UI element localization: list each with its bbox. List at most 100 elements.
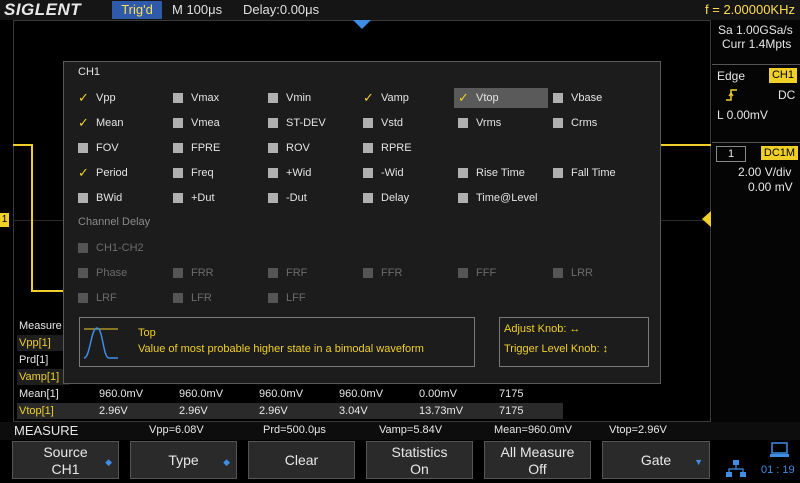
summary-vamp: Vamp=5.84V <box>379 424 443 436</box>
delay-item-ffr[interactable]: FFR <box>363 263 453 283</box>
measure-item-fpre[interactable]: FPRE <box>173 138 263 158</box>
delay-item-ch1-ch2[interactable]: CH1-CH2 <box>78 238 168 258</box>
knob-adjust-icon: ◆ <box>223 457 230 467</box>
table-row: Vpp[1] <box>17 335 69 351</box>
measure-item-vstd[interactable]: Vstd <box>363 113 453 133</box>
top-waveform-icon <box>82 322 120 362</box>
delay-item-lff[interactable]: LFF <box>268 288 358 308</box>
measure-item-freq[interactable]: Freq <box>173 163 263 183</box>
chevron-down-icon: ▼ <box>694 457 703 467</box>
trigger-level-marker[interactable] <box>702 211 711 227</box>
checkbox-icon <box>173 93 183 103</box>
delay-item-frf[interactable]: FRF <box>268 263 358 283</box>
checkbox-icon <box>268 143 278 153</box>
checkbox-icon <box>363 118 373 128</box>
checkbox-icon <box>553 268 563 278</box>
waveform-trace <box>13 144 31 146</box>
all-measure-button[interactable]: All Measure Off <box>484 441 591 479</box>
checkbox-icon <box>363 268 373 278</box>
checkbox-icon <box>78 268 88 278</box>
table-cell: 7175 <box>499 388 524 400</box>
row-label: Vtop[1] <box>19 405 54 417</box>
measure-item-vamp[interactable]: ✓ Vamp <box>363 88 453 108</box>
divider <box>712 64 800 65</box>
measure-item-bwid[interactable]: BWid <box>78 188 168 208</box>
channel-offset: 0.00 mV <box>748 180 793 194</box>
table-cell: 7175 <box>499 405 524 417</box>
knob-hint-box: Adjust Knob: ↔ Trigger Level Knob: ↕ <box>499 317 649 367</box>
measure-item-fall-time[interactable]: Fall Time <box>553 163 643 183</box>
measure-item-vmax[interactable]: Vmax <box>173 88 263 108</box>
delay-item-frr[interactable]: FRR <box>173 263 263 283</box>
measure-item-rise-time[interactable]: Rise Time <box>458 163 548 183</box>
measure-item--dut[interactable]: -Dut <box>268 188 358 208</box>
type-button[interactable]: Type ◆ <box>130 441 237 479</box>
delay-item-fff[interactable]: FFF <box>458 263 548 283</box>
checkbox-icon <box>458 193 468 203</box>
measure-item-vbase[interactable]: Vbase <box>553 88 643 108</box>
delay-readout: Delay:0.00μs <box>243 2 320 17</box>
measure-item-vpp[interactable]: ✓ Vpp <box>78 88 168 108</box>
statistics-button[interactable]: Statistics On <box>366 441 473 479</box>
measure-item-time-level[interactable]: Time@Level <box>458 188 548 208</box>
status-corner: 01 : 19 <box>712 440 800 480</box>
trigger-level-knob-hint: Trigger Level Knob: ↕ <box>504 343 609 355</box>
measure-item-st-dev[interactable]: ST-DEV <box>268 113 358 133</box>
checkbox-icon <box>173 143 183 153</box>
checkbox-icon <box>553 168 563 178</box>
measure-item-delay[interactable]: Delay <box>363 188 453 208</box>
measure-item--wid[interactable]: -Wid <box>363 163 453 183</box>
measure-item-period[interactable]: ✓ Period <box>78 163 168 183</box>
checkbox-icon <box>268 193 278 203</box>
measure-item-fov[interactable]: FOV <box>78 138 168 158</box>
checkbox-icon <box>268 293 278 303</box>
waveform-trace <box>661 144 711 146</box>
delay-item-phase[interactable]: Phase <box>78 263 168 283</box>
checkbox-icon <box>173 118 183 128</box>
checkbox-icon <box>553 118 563 128</box>
checkbox-icon <box>458 168 468 178</box>
measurement-select-dialog[interactable]: CH1 Channel Delay Top Value of most prob… <box>63 61 661 384</box>
checkmark-icon: ✓ <box>458 90 469 105</box>
delay-item-lrr[interactable]: LRR <box>553 263 643 283</box>
measure-item-mean[interactable]: ✓ Mean <box>78 113 168 133</box>
trigger-type: Edge <box>717 69 746 83</box>
checkbox-icon <box>173 168 183 178</box>
clear-button[interactable]: Clear <box>248 441 355 479</box>
table-cell: 2.96V <box>179 405 208 417</box>
checkbox-icon <box>363 143 373 153</box>
row-label: Mean[1] <box>19 388 59 400</box>
table-row: Vamp[1] <box>17 369 69 385</box>
checkbox-icon <box>78 193 88 203</box>
volts-per-div: 2.00 V/div <box>738 165 792 179</box>
measure-item-rov[interactable]: ROV <box>268 138 358 158</box>
measure-item-vmea[interactable]: Vmea <box>173 113 263 133</box>
measure-item--dut[interactable]: +Dut <box>173 188 263 208</box>
measurement-info-box: Top Value of most probable higher state … <box>79 317 475 367</box>
trigger-position-marker[interactable] <box>353 20 371 29</box>
table-cell: 0.00mV <box>419 388 457 400</box>
measure-item-rpre[interactable]: RPRE <box>363 138 453 158</box>
table-cell: 960.0mV <box>259 388 304 400</box>
table-cell: 960.0mV <box>179 388 224 400</box>
channel-coupling-badge[interactable]: DC1M <box>761 146 798 160</box>
delay-item-lfr[interactable]: LFR <box>173 288 263 308</box>
summary-vtop: Vtop=2.96V <box>609 424 667 436</box>
channel-1-ground-marker[interactable]: 1 <box>0 213 9 227</box>
measure-item-crms[interactable]: Crms <box>553 113 643 133</box>
gate-button[interactable]: Gate ▼ <box>602 441 710 479</box>
rising-edge-icon <box>726 88 738 101</box>
clock-readout: 01 : 19 <box>761 464 795 476</box>
checkbox-icon <box>173 293 183 303</box>
source-button[interactable]: Source CH1 ◆ <box>12 441 119 479</box>
delay-item-lrf[interactable]: LRF <box>78 288 168 308</box>
measure-item-vtop[interactable]: ✓ Vtop <box>454 88 548 108</box>
measure-item-vmin[interactable]: Vmin <box>268 88 358 108</box>
right-info-panel: Sa 1.00GSa/s Curr 1.4Mpts Edge CH1 DC L … <box>712 20 800 422</box>
measure-item-vrms[interactable]: Vrms <box>458 113 548 133</box>
checkbox-icon <box>268 93 278 103</box>
checkbox-icon <box>363 193 373 203</box>
channel-number-box[interactable]: 1 <box>716 146 746 162</box>
measure-item--wid[interactable]: +Wid <box>268 163 358 183</box>
channel-delay-label: Channel Delay <box>78 216 151 228</box>
